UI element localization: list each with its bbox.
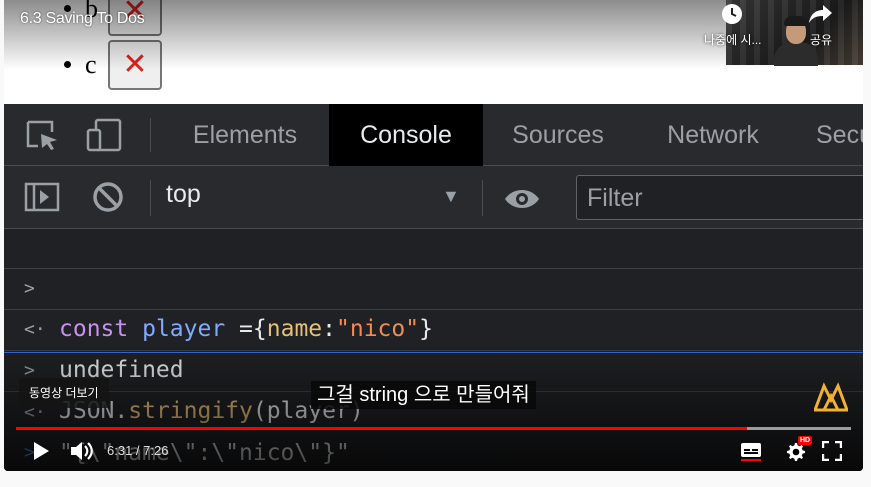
video-player[interactable]: b ✕ c ✕ 6.3 Saving To Dos 나중에 시... 공유 El…: [4, 0, 863, 471]
inspect-element-icon[interactable]: [26, 120, 60, 157]
fullscreen-button[interactable]: [820, 438, 844, 464]
volume-icon: [71, 442, 93, 460]
play-icon: [34, 442, 49, 460]
play-button[interactable]: [28, 438, 54, 464]
video-title[interactable]: 6.3 Saving To Dos: [20, 10, 145, 28]
more-videos-button[interactable]: 동영상 더보기: [19, 378, 109, 408]
share-icon: [793, 2, 849, 26]
subtitle-caption: 그걸 string 으로 만들어줘: [311, 381, 536, 409]
console-line: <· undefined: [4, 270, 863, 383]
fullscreen-icon: [822, 441, 842, 461]
subtitles-button[interactable]: [739, 438, 763, 464]
devtools-tabbar: Elements Console Sources Network Secu: [4, 104, 863, 166]
watch-later-button[interactable]: 나중에 시...: [704, 2, 762, 48]
tab-security[interactable]: Secu: [816, 104, 863, 166]
tab-sources[interactable]: Sources: [483, 104, 633, 166]
clear-console-icon[interactable]: [92, 181, 124, 218]
watch-later-label: 나중에 시...: [704, 33, 762, 47]
list-item: c: [64, 50, 97, 80]
close-icon: ✕: [122, 47, 148, 82]
console-toolbar: top ▼ Filter: [4, 166, 863, 229]
divider: [482, 180, 483, 216]
filter-placeholder: Filter: [587, 184, 643, 212]
chevron-down-icon[interactable]: ▼: [442, 186, 460, 207]
device-toolbar-icon[interactable]: [86, 118, 124, 157]
devtools-panel: Elements Console Sources Network Secu to…: [4, 104, 863, 471]
progress-bar[interactable]: [16, 427, 851, 430]
subtitles-icon: [741, 443, 761, 461]
context-selector[interactable]: top: [166, 180, 201, 209]
share-button[interactable]: 공유: [793, 2, 849, 48]
share-label: 공유: [809, 33, 833, 47]
console-line: > const player ={name:"nico"}: [4, 229, 863, 342]
volume-button[interactable]: [68, 438, 96, 464]
channel-logo-icon[interactable]: [812, 382, 850, 412]
hd-badge: HD: [798, 436, 813, 445]
time-display: 6:31 / 7:26: [107, 443, 169, 458]
tab-elements[interactable]: Elements: [160, 104, 330, 166]
clock-icon: [704, 2, 760, 26]
delete-button[interactable]: ✕: [108, 40, 162, 90]
filter-input[interactable]: Filter: [576, 175, 863, 220]
settings-button[interactable]: HD: [780, 436, 813, 464]
tab-network[interactable]: Network: [633, 104, 793, 166]
console-line: > JSON.stringify(player): [4, 311, 863, 424]
sidebar-toggle-icon[interactable]: [24, 182, 60, 217]
bullet-icon: [64, 60, 71, 68]
progress-played: [16, 427, 748, 430]
divider: [150, 118, 151, 152]
player-controls: 6:31 / 7:26 HD: [4, 432, 863, 471]
divider: [150, 180, 151, 216]
eye-icon[interactable]: [503, 187, 541, 216]
tab-console[interactable]: Console: [329, 104, 483, 166]
